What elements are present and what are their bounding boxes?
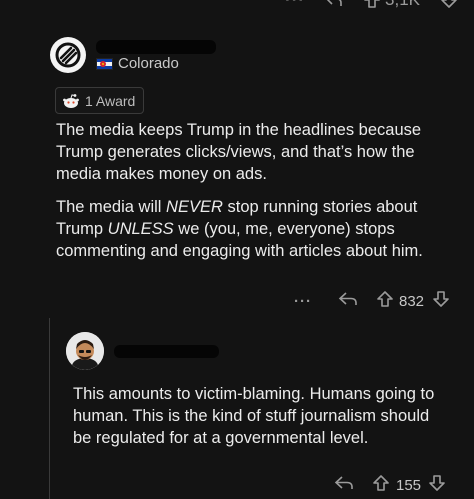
reply-icon[interactable]	[334, 475, 354, 495]
award-badge[interactable]: 1 Award	[55, 87, 145, 114]
downvote-arrow-icon	[433, 291, 449, 307]
reply-icon[interactable]	[325, 0, 343, 8]
comment-thread: ··· 3,1K Colorado 1 A	[0, 0, 474, 499]
reply-icon[interactable]	[338, 291, 358, 311]
upvote-button[interactable]	[376, 290, 394, 312]
comment-body: This amounts to victim-blaming. Humans g…	[73, 385, 435, 447]
user-flair: Colorado	[96, 55, 179, 72]
upvote-arrow-icon	[373, 475, 389, 491]
vote-count: 155	[396, 476, 422, 494]
comment-actions: ··· 832	[292, 290, 450, 312]
downvote-arrow-icon	[429, 475, 445, 491]
downvote-button[interactable]	[440, 0, 458, 9]
vote-count: 832	[399, 292, 425, 310]
avatar[interactable]	[50, 37, 86, 73]
emphasis-text: NEVER	[166, 198, 223, 216]
downvote-button[interactable]	[432, 290, 450, 312]
downvote-button[interactable]	[428, 474, 446, 496]
award-label: 1 Award	[85, 92, 136, 109]
upvote-button[interactable]: 3,1K	[363, 0, 420, 10]
username-redacted[interactable]	[96, 40, 216, 54]
emphasis-text: UNLESS	[107, 220, 174, 238]
parent-comment-actions: ··· 3,1K	[285, 0, 458, 10]
comment-paragraph: The media will NEVER stop running storie…	[56, 196, 452, 262]
text-span: The media will	[56, 198, 167, 216]
colorado-flag-icon	[96, 57, 113, 70]
username-redacted[interactable]	[114, 345, 219, 358]
avatar[interactable]	[66, 332, 104, 370]
thread-line[interactable]	[49, 318, 50, 499]
more-options-icon[interactable]: ···	[292, 293, 314, 310]
user-avatar-icon	[55, 42, 81, 68]
reddit-award-icon	[63, 93, 79, 108]
user-avatar-icon	[66, 332, 104, 370]
upvote-button[interactable]	[372, 474, 390, 496]
comment-paragraph: The media keeps Trump in the headlines b…	[56, 121, 422, 183]
parent-vote-count: 3,1K	[385, 0, 420, 10]
comment-actions: 155	[334, 474, 446, 496]
comment-body: The media keeps Trump in the headlines b…	[56, 119, 452, 273]
flair-text: Colorado	[118, 55, 179, 72]
more-options-icon[interactable]: ···	[285, 0, 305, 10]
upvote-arrow-icon	[377, 291, 393, 307]
